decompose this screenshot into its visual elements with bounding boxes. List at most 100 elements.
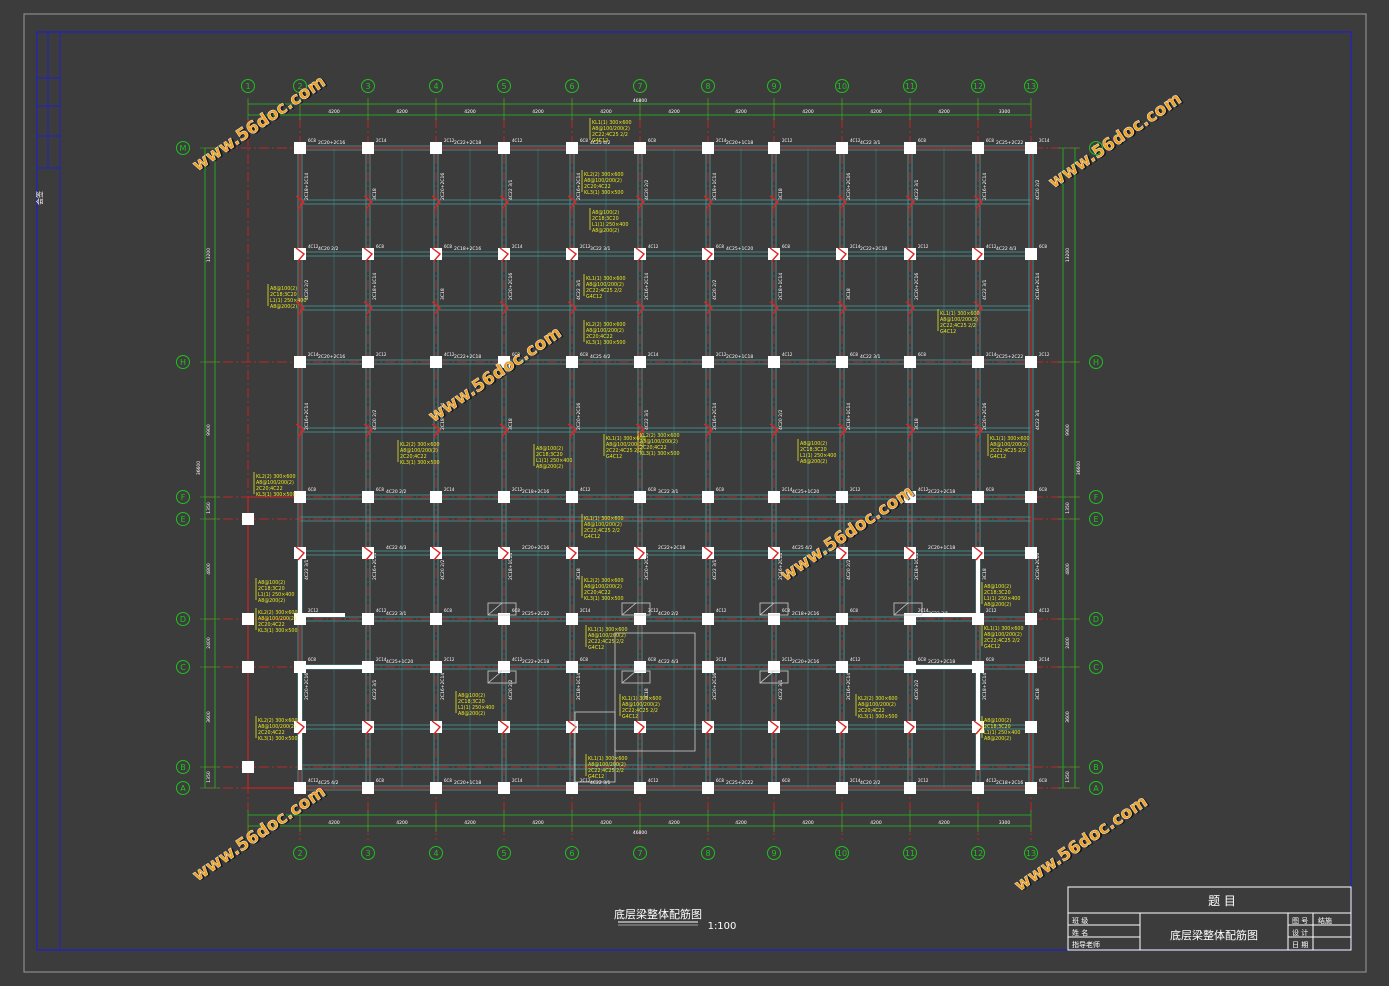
column: [972, 491, 984, 503]
dimension-bottom: 4200: [870, 820, 882, 826]
stirrup-label: 6C8: [444, 778, 452, 783]
column: [904, 142, 916, 154]
stirrup-label: 2C14: [716, 657, 727, 662]
stirrup-label: 2C12: [512, 487, 523, 492]
beam-label-vertical: 2C18+1C14: [846, 403, 852, 430]
annotation-text: L1(1) 250×400: [536, 458, 572, 464]
annotation-text: A8@200(2): [536, 464, 563, 470]
beam-label-vertical: 3C18: [508, 418, 514, 430]
column: [702, 782, 714, 794]
column: [836, 613, 848, 625]
annotation-block: KL1(1) 300×600A8@100/200(2)2C22;4C25 2/2…: [937, 309, 980, 335]
stirrup-label: 6C8: [376, 244, 384, 249]
beam-label-vertical: 2C18+1C14: [304, 173, 310, 200]
annotation-text: L1(1) 250×400: [458, 705, 494, 711]
axis-bubble-top-7: 7: [637, 82, 642, 91]
annotation-block: KL2(2) 300×600A8@100/200(2)2C20;4C22KL3(…: [581, 170, 624, 196]
beam-label: 4C22 3/1: [386, 611, 407, 617]
stirrup-label: 2C12: [648, 608, 659, 613]
annotation-text: KL1(1) 300×600: [940, 311, 980, 317]
stirrup-label: 2C14: [580, 608, 591, 613]
stirrup-label: 6C8: [1039, 778, 1047, 783]
beam-label-vertical: 4C22 3/1: [644, 409, 650, 430]
annotation-text: 2C20;4C22: [858, 708, 885, 714]
axis-bubble-right-E: E: [1093, 515, 1098, 524]
floor-plan: [205, 100, 1080, 840]
dimension-top: 4200: [464, 109, 476, 115]
dimension-top: 4200: [668, 109, 680, 115]
dimension-left: 1350: [1065, 502, 1071, 514]
annotation-text: KL1(1) 300×600: [622, 696, 662, 702]
column: [836, 782, 848, 794]
watermark: www.56doc.comwww.56doc.com: [189, 72, 332, 176]
annotation-block: KL2(2) 300×600A8@100/200(2)2C20;4C22KL3(…: [855, 694, 898, 720]
annotation-text: KL2(2) 300×600: [584, 578, 624, 584]
annotation-text: 2C18;3C20: [984, 724, 1011, 730]
dimension-top: 4200: [735, 109, 747, 115]
annotation-text: G4C12: [940, 329, 956, 335]
title-block-design: 设 计: [1292, 928, 1308, 937]
column: [972, 661, 984, 673]
beam-label: 2C25+2C22: [726, 780, 753, 786]
beam-label-vertical: 4C20 2/2: [440, 559, 446, 580]
annotation-text: 2C20;4C22: [258, 730, 285, 736]
watermark-text: www.56doc.com: [425, 323, 566, 427]
annotation-text: L1(1) 250×400: [984, 730, 1020, 736]
stirrup-label: 6C8: [716, 778, 724, 783]
annotation-text: G4C12: [984, 644, 1000, 650]
column: [362, 613, 374, 625]
annotation-text: A8@100/200(2): [640, 439, 678, 445]
axis-bubble-top-13: 13: [1026, 82, 1036, 91]
annotation-block: KL2(2) 300×600A8@100/200(2)2C20;4C22KL3(…: [255, 608, 298, 634]
dimension-total-left: 36600: [196, 461, 202, 475]
dimension-top: 4200: [600, 109, 612, 115]
annotation-text: A8@100/200(2): [990, 442, 1028, 448]
stirrup-label: 2C14: [512, 778, 523, 783]
column: [904, 661, 916, 673]
column: [430, 142, 442, 154]
stirrup-label: 2C14: [376, 138, 387, 143]
annotation-text: 2C22;4C25 2/2: [606, 448, 642, 454]
annotation-block: KL1(1) 300×600A8@100/200(2)2C22;4C25 2/2…: [619, 694, 662, 720]
stirrup-label: 6C8: [850, 608, 858, 613]
dimension-bottom: 3300: [999, 820, 1011, 826]
dimension-bottom: 4200: [668, 820, 680, 826]
annotation-text: A8@100/200(2): [258, 724, 296, 730]
column: [1025, 356, 1037, 368]
annotation-text: 2C20;4C22: [400, 454, 427, 460]
axis-bubble-right-A: A: [1093, 784, 1099, 793]
watermark-text: www.56doc.com: [189, 72, 330, 176]
annotation-block: KL2(2) 300×600A8@100/200(2)2C20;4C22KL3(…: [253, 472, 296, 498]
dimension-left: 3600: [1065, 711, 1071, 723]
annotation-text: 2C22;4C25 2/2: [984, 638, 1020, 644]
beam-label: 3C22 3/1: [928, 611, 949, 617]
beam-label: 2C20+1C18: [726, 354, 753, 360]
dimension-left: 1350: [206, 771, 212, 783]
annotation-text: 2C18;3C20: [258, 586, 285, 592]
stirrup-label: 2C14: [1039, 657, 1050, 662]
annotation-text: KL2(2) 300×600: [258, 610, 298, 616]
stirrup-label: 4C12: [986, 778, 997, 783]
annotation-block: A8@100(2)2C18;3C20L1(1) 250×400A8@200(2): [533, 444, 572, 470]
title-block-class: 班 级: [1072, 916, 1088, 925]
stirrup-label: 6C8: [986, 487, 994, 492]
annotation-text: 2C22;4C25 2/2: [584, 528, 620, 534]
annotation-block: A8@100(2)2C18;3C20L1(1) 250×400A8@200(2): [455, 691, 494, 717]
watermark-text: www.56doc.com: [189, 782, 330, 886]
dimension-bottom: 4200: [938, 820, 950, 826]
column: [904, 356, 916, 368]
stirrup-label: 4C12: [376, 608, 387, 613]
axis-bubble-top-8: 8: [705, 82, 710, 91]
annotation-block: KL1(1) 300×600A8@100/200(2)2C22;4C25 2/2…: [589, 118, 632, 144]
stirrup-label: 2C14: [986, 352, 997, 357]
annotation-text: A8@100(2): [458, 693, 485, 699]
stirrup-label: 4C12: [308, 244, 319, 249]
title-block-sheet: 图 号: [1292, 917, 1308, 925]
beam-label: 2C20+2C16: [522, 545, 549, 551]
axis-bubble-left-M: M: [180, 144, 187, 153]
dimension-bottom: 4200: [328, 820, 340, 826]
beam-label-vertical: 2C20+2C16: [712, 673, 718, 700]
annotation-text: 2C18;3C20: [536, 452, 563, 458]
stirrup-label: 6C8: [308, 657, 316, 662]
annotation-text: A8@200(2): [984, 602, 1011, 608]
